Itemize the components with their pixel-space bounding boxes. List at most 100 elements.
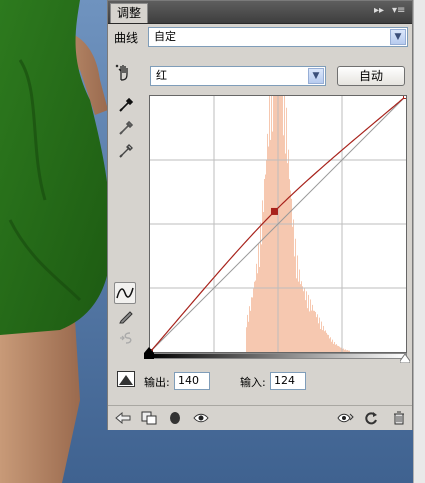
histogram-bar — [302, 286, 303, 352]
preset-select[interactable]: 自定 ▼ — [148, 27, 408, 47]
histogram-bar — [259, 266, 260, 352]
pencil-tool-icon[interactable] — [115, 305, 137, 327]
histogram-bar — [299, 269, 300, 352]
histogram-bar — [251, 297, 252, 352]
eyedropper-gray-icon[interactable] — [115, 117, 137, 139]
hand-adjust-icon[interactable] — [113, 62, 135, 84]
histogram-bar — [328, 334, 329, 352]
histogram-bar — [265, 174, 266, 352]
curve-graph[interactable] — [147, 24, 409, 355]
histogram-bar — [288, 149, 289, 352]
histogram-bar — [348, 350, 349, 352]
curve-chart[interactable] — [147, 24, 409, 355]
histogram-bar — [346, 350, 347, 352]
histogram-bar — [332, 339, 333, 352]
histogram-bar — [322, 330, 323, 352]
view-previous-state-icon[interactable] — [336, 410, 354, 426]
expand-view-icon[interactable] — [140, 410, 158, 426]
histogram-bar — [252, 297, 253, 352]
input-label: 输入: — [240, 376, 266, 389]
input-gradient-bar — [149, 353, 407, 359]
histogram-bar — [311, 310, 312, 352]
input-field[interactable]: 124 — [270, 372, 306, 390]
histogram-bar — [345, 349, 346, 352]
histogram-bar — [309, 311, 310, 352]
clip-to-layer-icon[interactable] — [166, 410, 184, 426]
histogram-bar — [264, 178, 265, 352]
histogram-bar — [336, 344, 337, 352]
chevron-down-icon: ▼ — [308, 68, 324, 84]
histogram-bar — [306, 291, 307, 352]
visibility-eye-icon[interactable] — [192, 410, 210, 426]
curve-tool-icon[interactable] — [114, 282, 136, 304]
histogram-bar — [255, 280, 256, 352]
histogram-bar — [331, 341, 332, 352]
histogram-bar — [335, 344, 336, 352]
histogram-bar — [326, 332, 327, 352]
histogram-bar — [333, 343, 334, 352]
collapse-icon[interactable]: ▸▸ — [374, 5, 384, 17]
histogram-bar — [293, 219, 294, 352]
channel-select[interactable]: 红 ▼ — [150, 66, 326, 86]
histogram-bar — [324, 331, 325, 352]
output-label: 输出: — [144, 376, 170, 389]
histogram-bar — [298, 281, 299, 352]
histogram-bar — [297, 255, 298, 352]
histogram-bar — [254, 281, 255, 352]
histogram-bar — [287, 163, 288, 352]
histogram-bar — [256, 263, 257, 352]
eyedropper-white-icon[interactable] — [115, 140, 137, 162]
black-point-slider[interactable] — [144, 347, 154, 362]
histogram-bar — [315, 311, 316, 352]
histogram-bar — [338, 346, 339, 352]
histogram-bar — [250, 310, 251, 352]
curve-control-point — [403, 93, 409, 99]
histogram-bar — [301, 281, 302, 352]
histogram-bar — [253, 288, 254, 352]
histogram-bar — [312, 304, 313, 352]
histogram-bar — [340, 347, 341, 352]
histogram-bar — [296, 278, 297, 352]
histogram-bar — [248, 321, 249, 352]
reset-icon[interactable] — [362, 410, 380, 426]
back-arrow-icon[interactable] — [114, 410, 132, 426]
histogram-bar — [291, 198, 292, 352]
histogram-bar — [289, 179, 290, 352]
histogram-bar — [290, 190, 291, 352]
clipping-warning-icon[interactable] — [117, 371, 135, 387]
histogram-bar — [266, 160, 267, 352]
histogram-bar — [349, 350, 350, 352]
tab-adjustments[interactable]: 调整 — [110, 3, 148, 23]
panel-tab-bar: 调整 ▸▸ ▾≡ — [108, 1, 412, 24]
histogram-bar — [347, 350, 348, 352]
chevron-down-icon: ▼ — [390, 29, 406, 45]
auto-button[interactable]: 自动 — [337, 66, 405, 86]
histogram-bar — [261, 244, 262, 352]
histogram-bar — [316, 317, 317, 352]
histogram-bar — [334, 341, 335, 352]
histogram-bar — [343, 348, 344, 352]
white-point-slider[interactable] — [399, 353, 411, 366]
trash-icon[interactable] — [390, 410, 408, 426]
panel-menu-icon[interactable]: ▾≡ — [392, 5, 405, 17]
histogram-bar — [300, 284, 301, 352]
histogram-bar — [323, 325, 324, 352]
histogram-bar — [329, 338, 330, 352]
histogram-bar — [339, 346, 340, 352]
curve-control-point — [270, 207, 278, 215]
preset-value: 自定 — [154, 30, 176, 43]
histogram-bar — [325, 330, 326, 352]
histogram-bar — [344, 349, 345, 352]
bottom-toolbar — [108, 405, 412, 430]
histogram-bar — [303, 291, 304, 352]
histogram-bar — [268, 146, 269, 352]
histogram-bar — [321, 321, 322, 352]
histogram-bar — [310, 299, 311, 352]
eyedropper-black-icon[interactable] — [115, 94, 137, 116]
histogram-bar — [249, 306, 250, 352]
histogram-bar — [313, 310, 314, 352]
histogram-bar — [318, 323, 319, 352]
histogram-bar — [295, 238, 296, 352]
output-field[interactable]: 140 — [174, 372, 210, 390]
histogram-bar — [314, 310, 315, 352]
